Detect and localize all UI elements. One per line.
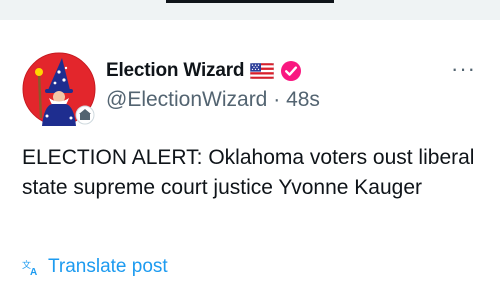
translate-icon: 文 A bbox=[22, 259, 37, 276]
verified-icon[interactable] bbox=[280, 60, 302, 82]
post: Election Wizard @ElectionWizard · 48s ··… bbox=[0, 20, 500, 305]
handle[interactable]: @ElectionWizard bbox=[106, 88, 267, 111]
svg-text:A: A bbox=[30, 267, 37, 276]
translate-post-link[interactable]: 文 A Translate post bbox=[22, 256, 168, 278]
drag-handle[interactable] bbox=[166, 0, 334, 3]
top-bar bbox=[0, 0, 500, 20]
display-name[interactable]: Election Wizard bbox=[106, 60, 244, 82]
us-flag-icon bbox=[250, 63, 275, 79]
translate-label[interactable]: Translate post bbox=[48, 256, 168, 278]
more-options-button[interactable]: ··· bbox=[451, 56, 476, 82]
timestamp[interactable]: 48s bbox=[286, 88, 320, 111]
time-separator: · bbox=[273, 88, 281, 111]
display-name-row[interactable]: Election Wizard bbox=[106, 60, 302, 82]
handle-row: @ElectionWizard · 48s bbox=[106, 88, 320, 112]
post-text: ELECTION ALERT: Oklahoma voters oust lib… bbox=[22, 146, 475, 199]
avatar[interactable] bbox=[22, 52, 96, 126]
